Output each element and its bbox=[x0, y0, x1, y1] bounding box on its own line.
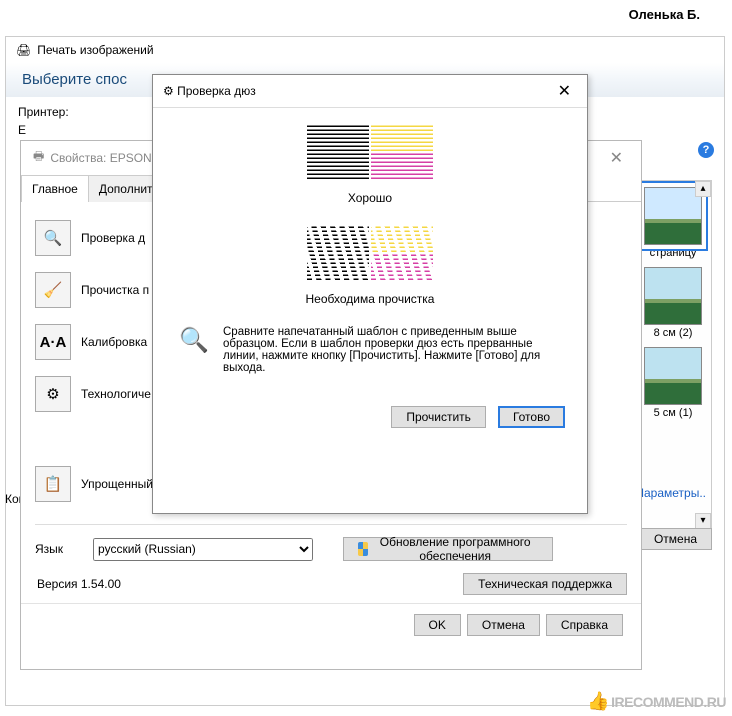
calibration-label: Калибровка bbox=[81, 335, 147, 349]
tech-icon: ⚙ bbox=[35, 376, 71, 412]
cancel-button[interactable]: Отмена bbox=[467, 614, 540, 636]
nozzle-check-dialog: ⚙ Проверка дюз ✕ Хорошо Необходима прочи… bbox=[152, 74, 588, 514]
simple-mode-label: Упрощенный bbox=[81, 477, 153, 491]
close-icon[interactable]: ✕ bbox=[552, 81, 577, 101]
calibration-icon: A·A bbox=[35, 324, 71, 360]
thumbnail-full-page[interactable] bbox=[644, 187, 702, 245]
nozzle-dialog-title: Проверка дюз bbox=[177, 84, 256, 98]
watermark: 👍IRECOMMEND.RU bbox=[587, 691, 726, 712]
language-label: Язык bbox=[35, 542, 63, 556]
properties-title: Свойства: EPSON bbox=[50, 151, 151, 165]
bad-pattern bbox=[307, 225, 433, 280]
gear-icon: ⚙ bbox=[163, 84, 174, 98]
tab-main[interactable]: Главное bbox=[21, 175, 89, 202]
update-software-button[interactable]: Обновление программного обеспечения bbox=[343, 537, 553, 561]
printer-icon: 🖨 bbox=[16, 43, 31, 57]
language-select[interactable]: русский (Russian) bbox=[93, 538, 313, 561]
thumbnail-8cm[interactable] bbox=[644, 267, 702, 325]
magnifier-icon: 🔍 bbox=[179, 326, 213, 374]
printer-small-icon: 🖶 bbox=[33, 147, 44, 168]
print-title: Печать изображений bbox=[37, 43, 153, 57]
layout-thumbnails: ▴ страницу 8 см (2) 5 см (1) ▾ bbox=[634, 180, 712, 530]
nozzle-check-label: Проверка д bbox=[81, 231, 145, 245]
scroll-up-icon[interactable]: ▴ bbox=[695, 181, 711, 197]
user-name: Оленька Б. bbox=[629, 7, 700, 22]
thumbnail-caption-3: 5 см (1) bbox=[635, 407, 711, 419]
shield-icon bbox=[358, 542, 368, 556]
scroll-down-icon[interactable]: ▾ bbox=[695, 513, 711, 529]
good-label: Хорошо bbox=[173, 191, 567, 205]
head-cleaning-icon: 🧹 bbox=[35, 272, 71, 308]
nozzle-check-icon: 🔍 bbox=[35, 220, 71, 256]
good-pattern bbox=[307, 124, 433, 179]
thumbnail-caption-2: 8 см (2) bbox=[635, 327, 711, 339]
tech-label: Технологиче bbox=[81, 387, 151, 401]
done-button[interactable]: Готово bbox=[498, 406, 565, 428]
ok-button[interactable]: OK bbox=[414, 614, 461, 636]
cancel-button-outer[interactable]: Отмена bbox=[639, 528, 712, 550]
simple-mode-icon: 📋 bbox=[35, 466, 71, 502]
support-button[interactable]: Техническая поддержка bbox=[463, 573, 627, 595]
nozzle-message: Сравните напечатанный шаблон с приведенн… bbox=[223, 326, 561, 374]
head-cleaning-label: Прочистка п bbox=[81, 283, 149, 297]
clean-button[interactable]: Прочистить bbox=[391, 406, 486, 428]
parameters-link[interactable]: Параметры.. bbox=[635, 486, 706, 500]
close-icon[interactable]: ✕ bbox=[604, 148, 629, 168]
version-label: Версия 1.54.00 bbox=[21, 565, 137, 603]
update-software-label: Обновление программного обеспечения bbox=[372, 535, 538, 563]
thumbnail-caption-1: страницу bbox=[635, 247, 711, 259]
bad-label: Необходима прочистка bbox=[173, 292, 567, 306]
help-icon[interactable]: ? bbox=[698, 142, 714, 158]
help-button[interactable]: Справка bbox=[546, 614, 623, 636]
thumbnail-5cm[interactable] bbox=[644, 347, 702, 405]
